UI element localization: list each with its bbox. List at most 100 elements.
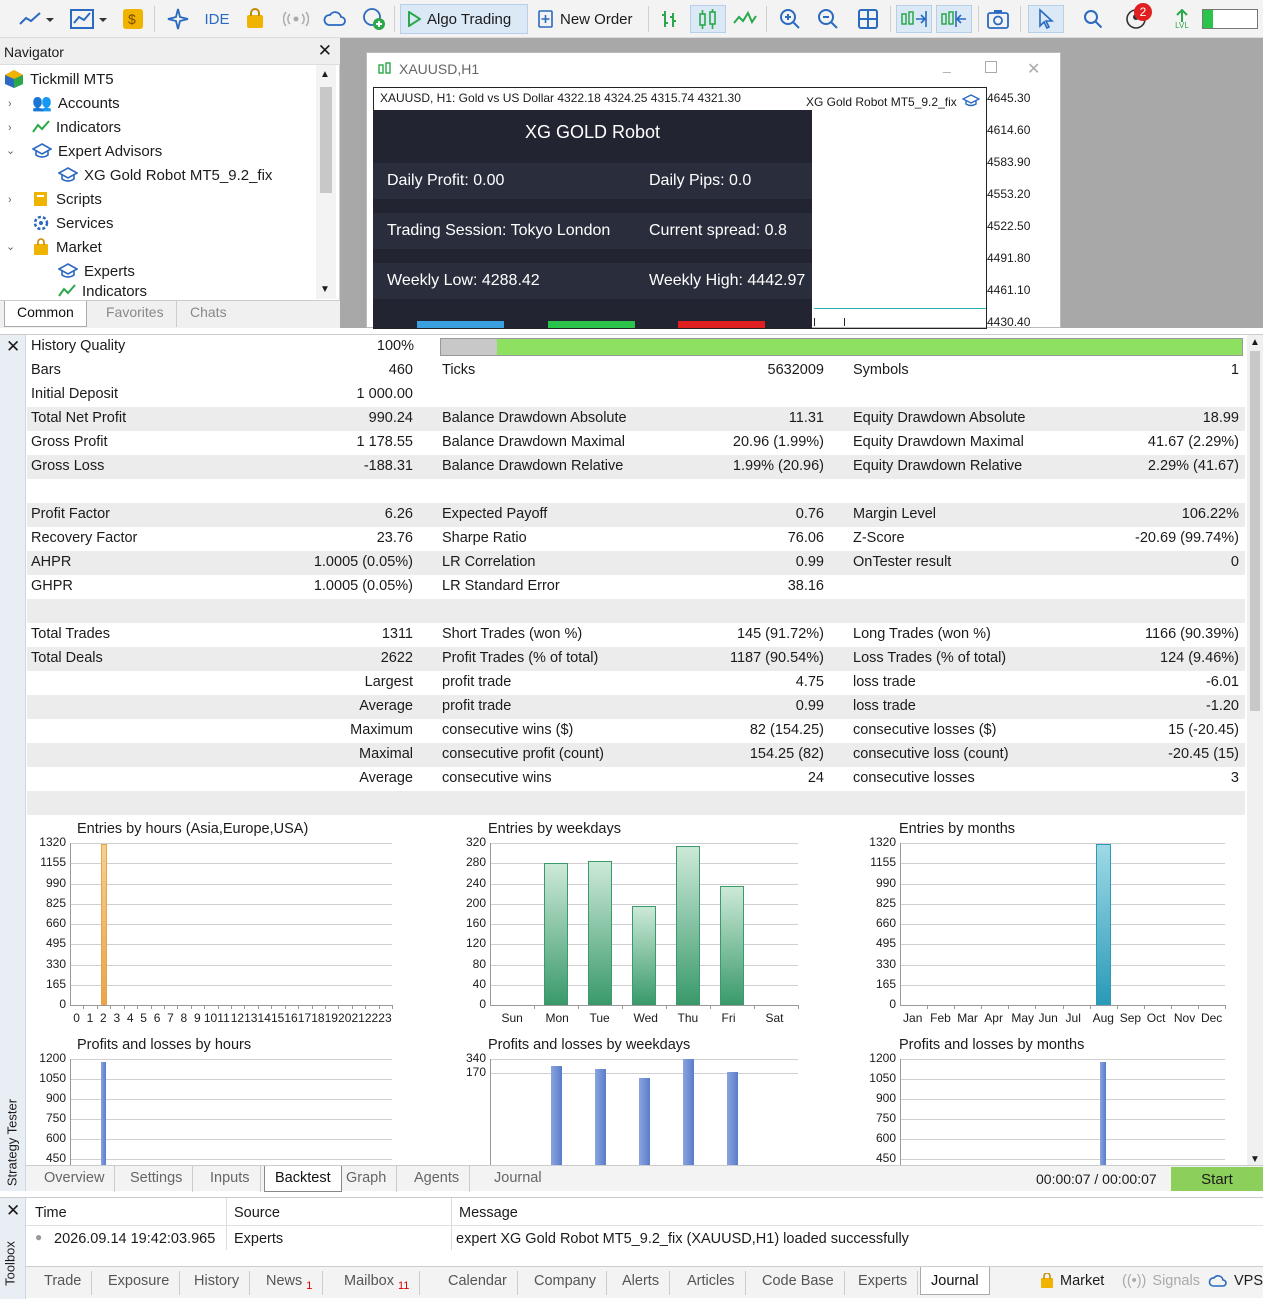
tab-exposure[interactable]: Exposure [98, 1271, 181, 1295]
y-tick-label: 1320 [869, 835, 896, 849]
panel-button-blue[interactable] [417, 321, 504, 328]
tester-scrollbar[interactable]: ▲ ▼ [1247, 335, 1263, 1167]
nav-item-market-indicators[interactable]: Indicators [58, 283, 147, 299]
scripts-icon [34, 192, 47, 206]
level-icon[interactable]: LVL [1168, 5, 1196, 33]
y-tick-label: 160 [465, 916, 486, 930]
tab-overview[interactable]: Overview [34, 1166, 116, 1192]
notifications-icon[interactable]: 2 [1118, 3, 1154, 33]
auto-scroll-icon[interactable] [896, 5, 932, 33]
new-order-button[interactable]: New Order [532, 4, 644, 34]
vps-link[interactable]: VPS [1208, 1273, 1263, 1289]
column-message[interactable]: Message [459, 1205, 518, 1221]
nav-item-market-experts[interactable]: Experts [58, 259, 135, 283]
tab-experts[interactable]: Experts [848, 1271, 919, 1295]
tab-journal[interactable]: Journal [920, 1267, 990, 1295]
stats-value: -20.69 (99.74%) [1135, 530, 1239, 546]
stats-value: 3 [1230, 770, 1239, 786]
tab-graph[interactable]: Graph [336, 1166, 398, 1192]
cloud-icon[interactable] [322, 5, 348, 33]
x-tick-label: Tue [589, 1011, 610, 1025]
tab-journal[interactable]: Journal [484, 1166, 552, 1192]
tab-company[interactable]: Company [524, 1271, 608, 1295]
close-icon[interactable]: ✕ [318, 41, 332, 61]
stats-label: Maximal [359, 746, 413, 762]
tab-news[interactable]: News 1 [256, 1271, 324, 1295]
signals-link[interactable]: ((•)) Signals [1122, 1273, 1200, 1289]
y-tick-label: 660 [875, 916, 896, 930]
chart-settings-icon[interactable] [66, 5, 112, 33]
tab-mailbox[interactable]: Mailbox 11 [334, 1271, 421, 1295]
nav-item-services[interactable]: Services [32, 211, 114, 235]
tab-chats[interactable]: Chats [178, 301, 239, 327]
nav-item-scripts[interactable]: Scripts [32, 187, 102, 211]
tab-alerts[interactable]: Alerts [612, 1271, 671, 1295]
algo-trading-button[interactable]: Algo Trading [400, 4, 528, 34]
tile-windows-icon[interactable] [854, 5, 882, 33]
y-tick-label: 165 [875, 976, 896, 991]
tab-backtest[interactable]: Backtest [264, 1166, 342, 1192]
y-tick-label: 450 [45, 1151, 66, 1165]
maximize-icon[interactable] [985, 61, 997, 73]
tab-articles[interactable]: Articles [677, 1271, 746, 1295]
cursor-icon[interactable] [1028, 5, 1064, 33]
nav-item-tickmill[interactable]: Tickmill MT5 [4, 67, 114, 91]
column-source[interactable]: Source [234, 1205, 280, 1221]
dollar-icon[interactable]: $ [121, 5, 145, 33]
start-button[interactable]: Start [1171, 1167, 1263, 1191]
minimize-icon[interactable]: _ [943, 57, 951, 73]
x-tick [622, 1005, 623, 1009]
x-tick [392, 1005, 393, 1009]
navigator-scrollbar[interactable]: ▲ ▼ [316, 65, 336, 299]
zoom-out-icon[interactable] [814, 5, 842, 33]
panel-button-green[interactable] [548, 321, 635, 328]
close-icon[interactable]: ✕ [6, 337, 20, 357]
tab-settings[interactable]: Settings [120, 1166, 194, 1192]
search-icon[interactable] [1080, 5, 1106, 33]
x-tick [351, 1005, 353, 1009]
close-icon[interactable]: ✕ [6, 1201, 20, 1221]
gridline [490, 863, 798, 865]
tab-history[interactable]: History [184, 1271, 251, 1295]
stats-label: consecutive wins ($) [442, 722, 574, 738]
svg-text:$: $ [128, 11, 136, 27]
candlestick-icon[interactable] [690, 5, 726, 33]
column-time[interactable]: Time [35, 1205, 67, 1221]
stats-label: Symbols [853, 362, 909, 378]
ide-button[interactable]: IDE [200, 5, 234, 33]
chart-shift-icon[interactable] [936, 5, 972, 33]
nav-item-indicators[interactable]: Indicators [32, 115, 121, 139]
signals-icon[interactable] [282, 5, 310, 33]
line-chart-icon[interactable] [730, 5, 760, 33]
chart-type-icon[interactable] [14, 5, 58, 33]
zoom-in-icon[interactable] [776, 5, 804, 33]
journal-row[interactable]: ● 2026.09.14 19:42:03.965 Experts expert… [26, 1228, 1263, 1252]
market-bag-icon[interactable] [242, 5, 268, 33]
bar-chart-icon[interactable] [654, 5, 684, 33]
nav-item-accounts[interactable]: 👥 Accounts [32, 91, 120, 115]
tab-agents[interactable]: Agents [404, 1166, 471, 1192]
tab-favorites[interactable]: Favorites [94, 301, 177, 327]
tab-code-base[interactable]: Code Base [752, 1271, 845, 1295]
tester-side-strip: ✕ Strategy Tester [0, 335, 26, 1191]
market-link[interactable]: Market [1040, 1273, 1104, 1289]
stats-value: 106.22% [1181, 506, 1239, 522]
sparkle-icon[interactable] [164, 5, 192, 33]
tab-inputs[interactable]: Inputs [200, 1166, 261, 1192]
add-indicator-icon[interactable] [360, 5, 388, 33]
screenshot-icon[interactable] [984, 5, 1012, 33]
tab-calendar[interactable]: Calendar [438, 1271, 518, 1295]
stats-value: 20.96 (1.99%) [732, 434, 824, 450]
nav-item-expert-advisors[interactable]: Expert Advisors [32, 139, 162, 163]
tab-trade[interactable]: Trade [34, 1271, 93, 1295]
candlestick-icon [378, 62, 391, 74]
gridline [70, 883, 392, 885]
stats-row: Bars 460 Ticks 5632009 Symbols 1 [27, 359, 1245, 383]
nav-item-xg-gold-robot[interactable]: XG Gold Robot MT5_9.2_fix [58, 163, 272, 187]
x-tick [1143, 1005, 1145, 1009]
panel-button-red[interactable] [678, 321, 765, 328]
close-icon[interactable]: ✕ [1027, 59, 1040, 79]
nav-item-market[interactable]: Market [32, 235, 102, 259]
y-tick-label: 40 [472, 976, 486, 991]
tab-common[interactable]: Common [4, 301, 87, 327]
